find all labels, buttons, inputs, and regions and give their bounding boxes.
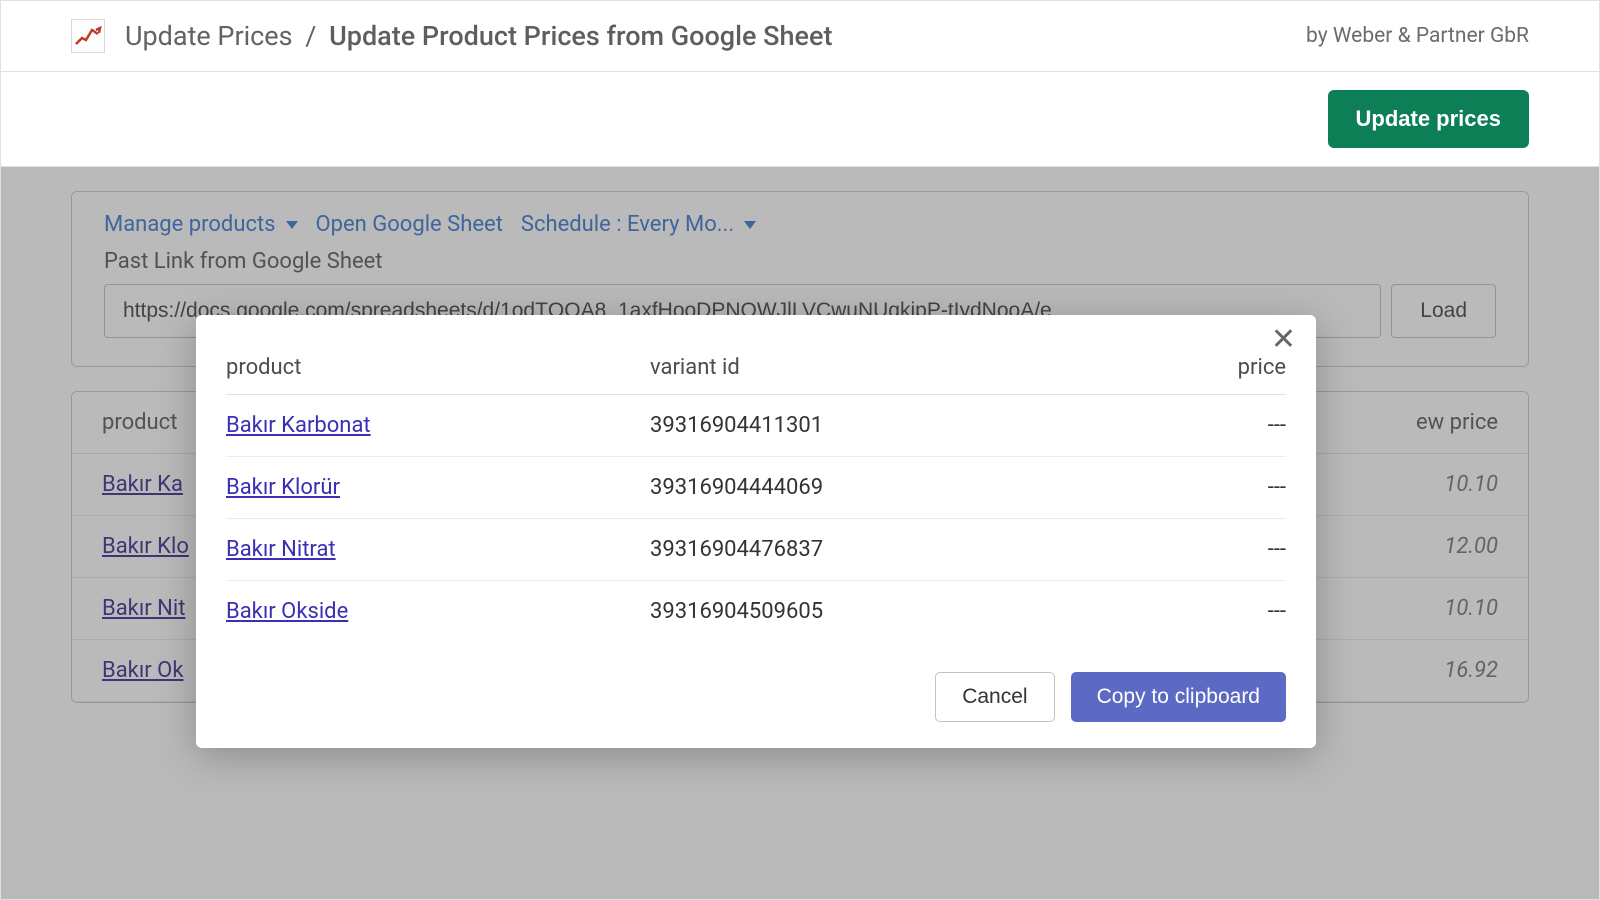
vendor-label: by Weber & Partner GbR (1306, 24, 1529, 48)
update-prices-button[interactable]: Update prices (1328, 90, 1530, 148)
product-link[interactable]: Bakır Karbonat (226, 413, 371, 438)
modal-price-cell: --- (1074, 395, 1286, 457)
breadcrumb-root[interactable]: Update Prices (125, 20, 293, 52)
action-bar: Update prices (1, 72, 1599, 167)
variant-id-cell: 39316904411301 (650, 395, 1074, 457)
product-link[interactable]: Bakır Klorür (226, 475, 340, 500)
modal-footer: Cancel Copy to clipboard (196, 650, 1316, 748)
table-row: Bakır Karbonat 39316904411301 --- (226, 395, 1286, 457)
modal-col-price: price (1074, 341, 1286, 395)
page-title: Update Product Prices from Google Sheet (329, 20, 832, 52)
close-icon[interactable]: ✕ (1265, 319, 1302, 361)
cancel-button[interactable]: Cancel (935, 672, 1054, 722)
product-link[interactable]: Bakır Okside (226, 599, 348, 624)
app-root: Update Prices / Update Product Prices fr… (0, 0, 1600, 900)
modal-price-cell: --- (1074, 581, 1286, 643)
variant-id-cell: 39316904476837 (650, 519, 1074, 581)
breadcrumb: Update Prices / Update Product Prices fr… (125, 20, 832, 52)
breadcrumb-separator: / (299, 20, 322, 52)
table-row: Bakır Okside 39316904509605 --- (226, 581, 1286, 643)
copy-clipboard-button[interactable]: Copy to clipboard (1071, 672, 1286, 722)
variant-id-cell: 39316904444069 (650, 457, 1074, 519)
modal-col-product: product (226, 341, 650, 395)
product-link[interactable]: Bakır Nitrat (226, 537, 336, 562)
modal-table: product variant id price Bakır Karbonat … (226, 341, 1286, 642)
app-header: Update Prices / Update Product Prices fr… (1, 1, 1599, 72)
variant-id-cell: 39316904509605 (650, 581, 1074, 643)
modal-col-variant: variant id (650, 341, 1074, 395)
app-logo-icon (71, 19, 105, 53)
table-row: Bakır Nitrat 39316904476837 --- (226, 519, 1286, 581)
modal-price-cell: --- (1074, 457, 1286, 519)
modal-price-cell: --- (1074, 519, 1286, 581)
variant-modal: ✕ product variant id price Bakır Karbona… (196, 315, 1316, 748)
table-row: Bakır Klorür 39316904444069 --- (226, 457, 1286, 519)
content-wrapper: Manage products Open Google Sheet Schedu… (1, 167, 1599, 899)
